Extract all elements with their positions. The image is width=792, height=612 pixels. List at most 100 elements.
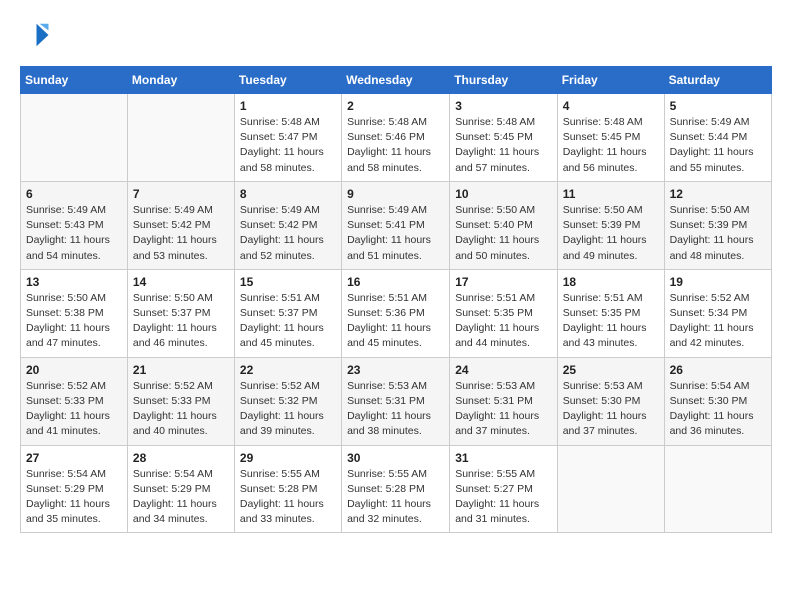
- calendar-cell: 16 Sunrise: 5:51 AM Sunset: 5:36 PM Dayli…: [342, 269, 450, 357]
- day-number: 4: [563, 99, 659, 113]
- day-info: Sunrise: 5:53 AM Sunset: 5:31 PM Dayligh…: [347, 379, 444, 440]
- day-number: 21: [133, 363, 229, 377]
- calendar-cell: 14Sunrise: 5:50 AM Sunset: 5:37 PM Dayli…: [127, 269, 234, 357]
- calendar-cell: 12Sunrise: 5:50 AM Sunset: 5:39 PM Dayli…: [664, 181, 771, 269]
- day-number: 7: [133, 187, 229, 201]
- day-number: 19: [670, 275, 766, 289]
- day-info: Sunrise: 5:49 AM Sunset: 5:41 PM Dayligh…: [347, 203, 444, 264]
- day-number: 3: [455, 99, 551, 113]
- calendar-cell: 3 Sunrise: 5:48 AM Sunset: 5:45 PM Daylig…: [450, 94, 557, 182]
- calendar-cell: [664, 445, 771, 533]
- calendar-cell: [21, 94, 128, 182]
- weekday-header-monday: Monday: [127, 67, 234, 94]
- weekday-header-friday: Friday: [557, 67, 664, 94]
- calendar-cell: 9 Sunrise: 5:49 AM Sunset: 5:41 PM Daylig…: [342, 181, 450, 269]
- day-number: 20: [26, 363, 122, 377]
- day-info: Sunrise: 5:54 AM Sunset: 5:29 PM Dayligh…: [26, 467, 122, 528]
- day-number: 10: [455, 187, 551, 201]
- day-info: Sunrise: 5:49 AM Sunset: 5:43 PM Dayligh…: [26, 203, 122, 264]
- calendar-cell: [127, 94, 234, 182]
- day-info: Sunrise: 5:50 AM Sunset: 5:38 PM Dayligh…: [26, 291, 122, 352]
- calendar-cell: 17 Sunrise: 5:51 AM Sunset: 5:35 PM Dayli…: [450, 269, 557, 357]
- week-row-1: 1 Sunrise: 5:48 AM Sunset: 5:47 PM Daylig…: [21, 94, 772, 182]
- calendar-cell: 26 Sunrise: 5:54 AM Sunset: 5:30 PM Dayli…: [664, 357, 771, 445]
- day-number: 11: [563, 187, 659, 201]
- day-number: 30: [347, 451, 444, 465]
- week-row-3: 13 Sunrise: 5:50 AM Sunset: 5:38 PM Dayli…: [21, 269, 772, 357]
- day-info: Sunrise: 5:50 AM Sunset: 5:37 PM Dayligh…: [133, 291, 229, 352]
- day-number: 15: [240, 275, 336, 289]
- day-number: 8: [240, 187, 336, 201]
- day-info: Sunrise: 5:50 AM Sunset: 5:39 PM Dayligh…: [670, 203, 766, 264]
- calendar-cell: 23Sunrise: 5:53 AM Sunset: 5:31 PM Dayli…: [342, 357, 450, 445]
- day-info: Sunrise: 5:49 AM Sunset: 5:44 PM Dayligh…: [670, 115, 766, 176]
- day-info: Sunrise: 5:51 AM Sunset: 5:35 PM Dayligh…: [455, 291, 551, 352]
- day-number: 25: [563, 363, 659, 377]
- day-info: Sunrise: 5:51 AM Sunset: 5:37 PM Dayligh…: [240, 291, 336, 352]
- day-number: 22: [240, 363, 336, 377]
- day-info: Sunrise: 5:52 AM Sunset: 5:32 PM Dayligh…: [240, 379, 336, 440]
- calendar-cell: 25 Sunrise: 5:53 AM Sunset: 5:30 PM Dayli…: [557, 357, 664, 445]
- calendar-cell: 4 Sunrise: 5:48 AM Sunset: 5:45 PM Daylig…: [557, 94, 664, 182]
- day-info: Sunrise: 5:51 AM Sunset: 5:35 PM Dayligh…: [563, 291, 659, 352]
- weekday-header-wednesday: Wednesday: [342, 67, 450, 94]
- page-header: [20, 20, 772, 50]
- calendar-cell: 27Sunrise: 5:54 AM Sunset: 5:29 PM Dayli…: [21, 445, 128, 533]
- day-info: Sunrise: 5:48 AM Sunset: 5:47 PM Dayligh…: [240, 115, 336, 176]
- logo: [20, 20, 54, 50]
- day-info: Sunrise: 5:52 AM Sunset: 5:34 PM Dayligh…: [670, 291, 766, 352]
- calendar-cell: 7 Sunrise: 5:49 AM Sunset: 5:42 PM Daylig…: [127, 181, 234, 269]
- day-info: Sunrise: 5:52 AM Sunset: 5:33 PM Dayligh…: [133, 379, 229, 440]
- calendar-cell: 20Sunrise: 5:52 AM Sunset: 5:33 PM Dayli…: [21, 357, 128, 445]
- day-info: Sunrise: 5:48 AM Sunset: 5:45 PM Dayligh…: [455, 115, 551, 176]
- calendar-table: SundayMondayTuesdayWednesdayThursdayFrid…: [20, 66, 772, 533]
- day-number: 26: [670, 363, 766, 377]
- calendar-cell: 6 Sunrise: 5:49 AM Sunset: 5:43 PM Daylig…: [21, 181, 128, 269]
- calendar-cell: 2Sunrise: 5:48 AM Sunset: 5:46 PM Daylig…: [342, 94, 450, 182]
- day-info: Sunrise: 5:49 AM Sunset: 5:42 PM Dayligh…: [240, 203, 336, 264]
- day-number: 13: [26, 275, 122, 289]
- day-info: Sunrise: 5:54 AM Sunset: 5:29 PM Dayligh…: [133, 467, 229, 528]
- day-info: Sunrise: 5:53 AM Sunset: 5:31 PM Dayligh…: [455, 379, 551, 440]
- calendar-cell: 21 Sunrise: 5:52 AM Sunset: 5:33 PM Dayli…: [127, 357, 234, 445]
- day-info: Sunrise: 5:55 AM Sunset: 5:27 PM Dayligh…: [455, 467, 551, 528]
- day-number: 31: [455, 451, 551, 465]
- day-number: 5: [670, 99, 766, 113]
- calendar-cell: 5 Sunrise: 5:49 AM Sunset: 5:44 PM Daylig…: [664, 94, 771, 182]
- week-row-4: 20 Sunrise: 5:52 AM Sunset: 5:33 PM Dayli…: [21, 357, 772, 445]
- calendar-cell: 30 Sunrise: 5:55 AM Sunset: 5:28 PM Dayli…: [342, 445, 450, 533]
- calendar-cell: 22 Sunrise: 5:52 AM Sunset: 5:32 PM Dayli…: [234, 357, 341, 445]
- day-number: 28: [133, 451, 229, 465]
- day-number: 16: [347, 275, 444, 289]
- day-info: Sunrise: 5:50 AM Sunset: 5:40 PM Dayligh…: [455, 203, 551, 264]
- day-info: Sunrise: 5:55 AM Sunset: 5:28 PM Dayligh…: [240, 467, 336, 528]
- day-info: Sunrise: 5:48 AM Sunset: 5:45 PM Dayligh…: [563, 115, 659, 176]
- calendar-cell: 8 Sunrise: 5:49 AM Sunset: 5:42 PM Daylig…: [234, 181, 341, 269]
- day-info: Sunrise: 5:53 AM Sunset: 5:30 PM Dayligh…: [563, 379, 659, 440]
- day-number: 9: [347, 187, 444, 201]
- calendar-cell: 24Sunrise: 5:53 AM Sunset: 5:31 PM Dayli…: [450, 357, 557, 445]
- day-info: Sunrise: 5:50 AM Sunset: 5:39 PM Dayligh…: [563, 203, 659, 264]
- calendar-cell: 10 Sunrise: 5:50 AM Sunset: 5:40 PM Dayli…: [450, 181, 557, 269]
- logo-icon: [20, 20, 50, 50]
- calendar-cell: 28 Sunrise: 5:54 AM Sunset: 5:29 PM Dayli…: [127, 445, 234, 533]
- calendar-cell: 31 Sunrise: 5:55 AM Sunset: 5:27 PM Dayli…: [450, 445, 557, 533]
- weekday-header-saturday: Saturday: [664, 67, 771, 94]
- calendar-cell: 29Sunrise: 5:55 AM Sunset: 5:28 PM Dayli…: [234, 445, 341, 533]
- day-info: Sunrise: 5:54 AM Sunset: 5:30 PM Dayligh…: [670, 379, 766, 440]
- day-number: 18: [563, 275, 659, 289]
- day-info: Sunrise: 5:55 AM Sunset: 5:28 PM Dayligh…: [347, 467, 444, 528]
- calendar-cell: 18 Sunrise: 5:51 AM Sunset: 5:35 PM Dayli…: [557, 269, 664, 357]
- calendar-cell: 19 Sunrise: 5:52 AM Sunset: 5:34 PM Dayli…: [664, 269, 771, 357]
- weekday-header-row: SundayMondayTuesdayWednesdayThursdayFrid…: [21, 67, 772, 94]
- day-number: 17: [455, 275, 551, 289]
- calendar-cell: 15 Sunrise: 5:51 AM Sunset: 5:37 PM Dayli…: [234, 269, 341, 357]
- day-number: 6: [26, 187, 122, 201]
- calendar-cell: 1 Sunrise: 5:48 AM Sunset: 5:47 PM Daylig…: [234, 94, 341, 182]
- weekday-header-thursday: Thursday: [450, 67, 557, 94]
- day-number: 1: [240, 99, 336, 113]
- day-info: Sunrise: 5:49 AM Sunset: 5:42 PM Dayligh…: [133, 203, 229, 264]
- day-info: Sunrise: 5:51 AM Sunset: 5:36 PM Dayligh…: [347, 291, 444, 352]
- week-row-2: 6 Sunrise: 5:49 AM Sunset: 5:43 PM Daylig…: [21, 181, 772, 269]
- weekday-header-sunday: Sunday: [21, 67, 128, 94]
